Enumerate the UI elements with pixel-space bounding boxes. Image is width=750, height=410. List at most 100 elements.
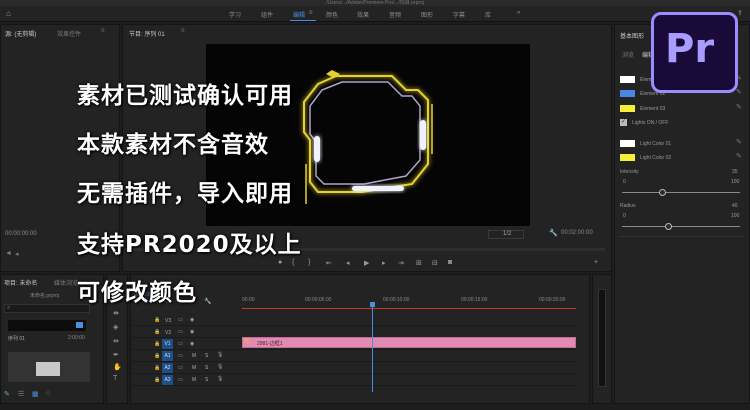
- export-icon[interactable]: ⇪: [737, 9, 743, 17]
- eyedropper-icon[interactable]: ✎: [736, 88, 742, 96]
- home-icon[interactable]: ⌂: [6, 9, 11, 18]
- extract-icon[interactable]: ⊟: [432, 259, 438, 267]
- workspace-tab-edit[interactable]: 编辑: [293, 10, 305, 19]
- go-to-in-icon[interactable]: ⇤: [326, 259, 332, 267]
- panel-menu-icon[interactable]: ≡: [181, 28, 185, 34]
- lock-icon[interactable]: 🔒: [154, 377, 160, 383]
- source-timecode[interactable]: 00:00:00:00: [5, 231, 37, 237]
- step-back-icon[interactable]: ◂: [15, 250, 19, 258]
- radius-value[interactable]: 40: [732, 203, 738, 209]
- intensity-max: 100: [731, 179, 740, 185]
- icon-view-icon[interactable]: ▦: [32, 390, 39, 398]
- lock-icon[interactable]: 🔒: [154, 329, 160, 335]
- add-button-icon[interactable]: +: [594, 259, 598, 266]
- panel-menu-icon[interactable]: ≡: [101, 28, 105, 34]
- wrench-icon[interactable]: 🔧: [549, 229, 558, 237]
- eye-icon[interactable]: ◉: [190, 329, 194, 335]
- sync-icon[interactable]: ▭: [178, 317, 183, 323]
- workspace-tab-captions[interactable]: 字幕: [453, 10, 465, 19]
- mute-button[interactable]: M: [192, 353, 196, 359]
- lift-icon[interactable]: ⊞: [416, 259, 422, 267]
- mark-out-icon[interactable]: }: [308, 259, 310, 266]
- step-forward-icon[interactable]: ▸: [382, 259, 386, 267]
- track-badge-a2[interactable]: A2: [162, 363, 173, 373]
- intensity-value[interactable]: 35: [732, 169, 738, 175]
- more-icon[interactable]: »: [517, 10, 520, 16]
- mute-button[interactable]: M: [192, 377, 196, 383]
- workspace-tab-audio[interactable]: 音频: [389, 10, 401, 19]
- track-badge-v1[interactable]: V1: [162, 339, 173, 349]
- menu-icon[interactable]: ≡: [309, 10, 313, 16]
- workspace-tab-learn[interactable]: 学习: [229, 10, 241, 19]
- zoom-slider-icon[interactable]: ○: [46, 390, 50, 397]
- hand-icon[interactable]: ✋: [113, 363, 122, 371]
- step-back-icon[interactable]: ◂: [346, 259, 350, 267]
- sync-icon[interactable]: ▭: [178, 377, 183, 383]
- tab-effect-controls[interactable]: 效果控件: [57, 29, 81, 38]
- eyedropper-icon[interactable]: ✎: [736, 103, 742, 111]
- tab-source[interactable]: 源: (无剪辑): [5, 29, 36, 38]
- tab-media-browser[interactable]: 媒体浏览: [54, 278, 78, 287]
- playhead-line[interactable]: [372, 307, 373, 392]
- eye-icon[interactable]: ◉: [190, 317, 194, 323]
- workspace-tab-effects[interactable]: 效果: [357, 10, 369, 19]
- workspace-tab-color[interactable]: 颜色: [326, 10, 338, 19]
- sync-icon[interactable]: ▭: [178, 341, 183, 347]
- light-color-02-swatch[interactable]: [620, 154, 635, 161]
- solo-button[interactable]: S: [205, 353, 208, 359]
- track-badge-a1[interactable]: A1: [162, 351, 173, 361]
- radius-slider-track[interactable]: [622, 226, 740, 227]
- eyedropper-icon[interactable]: ✎: [736, 138, 742, 146]
- project-item-name[interactable]: 序列 01: [8, 335, 25, 342]
- mic-icon[interactable]: 🎙: [217, 352, 223, 358]
- solo-button[interactable]: S: [205, 365, 208, 371]
- tab-browse[interactable]: 浏览: [622, 50, 634, 59]
- light-color-01-swatch[interactable]: [620, 140, 635, 147]
- eyedropper-icon[interactable]: ✎: [736, 152, 742, 160]
- workspace-tab-assembly[interactable]: 组件: [261, 10, 273, 19]
- light-color-02-label: Light Color 02: [640, 155, 672, 161]
- work-area-bar[interactable]: [242, 308, 576, 309]
- project-file-name: 未命名.prproj: [30, 293, 60, 299]
- sync-icon[interactable]: ▭: [178, 329, 183, 335]
- lock-icon[interactable]: 🔒: [154, 353, 160, 359]
- workspace-tab-graphics[interactable]: 图形: [421, 10, 433, 19]
- eye-icon[interactable]: ◉: [190, 341, 194, 347]
- razor-icon[interactable]: ◈: [113, 323, 118, 331]
- type-tool-icon[interactable]: T: [113, 375, 117, 382]
- play-icon[interactable]: ▶: [364, 259, 369, 267]
- tab-project[interactable]: 项目: 未命名: [4, 278, 37, 287]
- mic-icon[interactable]: 🎙: [217, 364, 223, 370]
- settings-icon[interactable]: 🔧: [204, 298, 211, 305]
- element-02-swatch[interactable]: [620, 90, 635, 97]
- element-03-swatch[interactable]: [620, 105, 635, 112]
- camera-icon[interactable]: ◙: [448, 259, 452, 266]
- lock-icon[interactable]: 🔒: [154, 365, 160, 371]
- sync-icon[interactable]: ▭: [178, 353, 183, 359]
- project-item-preview[interactable]: [8, 352, 90, 382]
- mute-button[interactable]: M: [192, 365, 196, 371]
- marker-icon[interactable]: ●: [278, 259, 282, 266]
- list-view-icon[interactable]: ☰: [18, 390, 24, 398]
- solo-button[interactable]: S: [205, 377, 208, 383]
- sync-icon[interactable]: ▭: [178, 365, 183, 371]
- lock-icon[interactable]: 🔒: [154, 341, 160, 347]
- search-icon: ⌕: [7, 305, 11, 311]
- intensity-slider-track[interactable]: [622, 192, 740, 193]
- resolution-select[interactable]: 1/2: [488, 230, 524, 239]
- track-badge-a3[interactable]: A3: [162, 375, 173, 385]
- lights-checkbox[interactable]: ✓: [620, 119, 627, 126]
- slip-icon[interactable]: ⇹: [113, 337, 119, 345]
- tab-program[interactable]: 节目: 序列 01: [129, 29, 165, 38]
- track-select-icon[interactable]: ⇼: [113, 309, 119, 317]
- element-01-swatch[interactable]: [620, 76, 635, 83]
- timeline-clip[interactable]: fx 2981-边框1: [242, 337, 576, 348]
- go-to-out-icon[interactable]: ⇥: [398, 259, 404, 267]
- mark-in-icon[interactable]: {: [292, 259, 294, 266]
- mark-in-icon[interactable]: ◄: [5, 250, 12, 257]
- edit-icon[interactable]: ✎: [4, 390, 10, 398]
- mic-icon[interactable]: 🎙: [217, 376, 223, 382]
- pen-icon[interactable]: ✒: [113, 351, 119, 359]
- workspace-tab-libraries[interactable]: 库: [485, 10, 491, 19]
- lock-icon[interactable]: 🔒: [154, 317, 160, 323]
